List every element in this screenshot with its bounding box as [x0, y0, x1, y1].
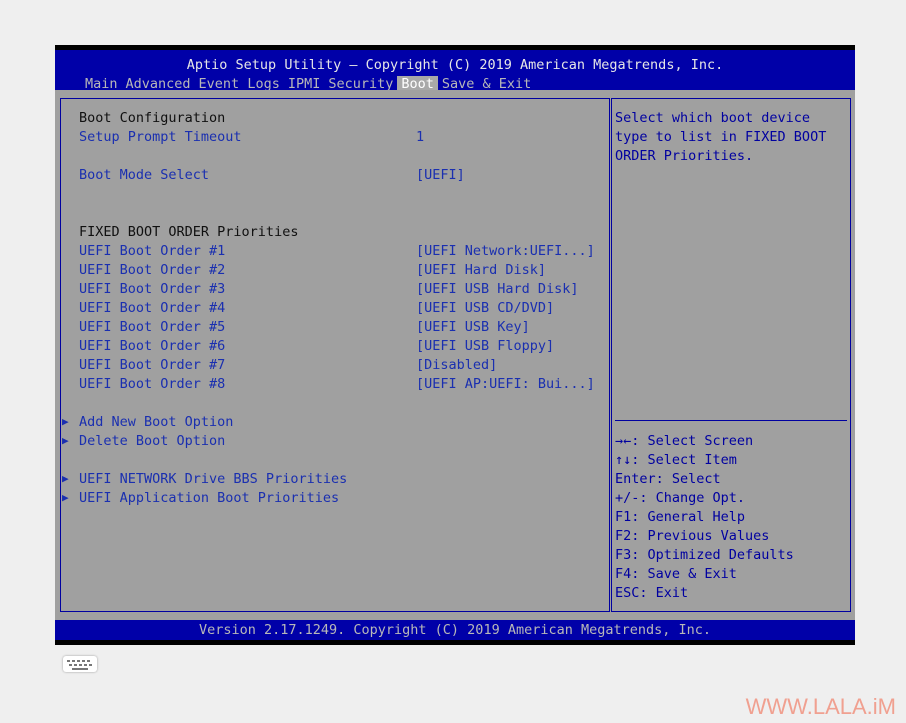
boot-order-value[interactable]: [Disabled]: [416, 357, 497, 373]
setup-prompt-timeout-value[interactable]: 1: [416, 129, 424, 145]
key-hint: +/-: Change Opt.: [615, 490, 746, 506]
main-area: Boot Configuration Setup Prompt Timeout …: [55, 90, 855, 620]
boot-order-value[interactable]: [UEFI USB Floppy]: [416, 338, 554, 354]
boot-order-label[interactable]: UEFI Boot Order #2: [79, 262, 225, 278]
key-hint: ↑↓: Select Item: [615, 452, 737, 468]
boot-mode-select-label[interactable]: Boot Mode Select: [79, 167, 209, 183]
key-hint: F1: General Help: [615, 509, 746, 525]
submenu-arrow-icon: ▶: [62, 491, 69, 504]
boot-order-label[interactable]: UEFI Boot Order #3: [79, 281, 225, 297]
help-divider: [615, 420, 847, 421]
setup-prompt-timeout-label[interactable]: Setup Prompt Timeout: [79, 129, 242, 145]
key-hint: F4: Save & Exit: [615, 566, 737, 582]
submenu-arrow-icon: ▶: [62, 472, 69, 485]
submenu-arrow-icon: ▶: [62, 415, 69, 428]
key-hint: F2: Previous Values: [615, 528, 770, 544]
boot-order-label[interactable]: UEFI Boot Order #7: [79, 357, 225, 373]
boot-order-value[interactable]: [UEFI USB CD/DVD]: [416, 300, 554, 316]
bios-title: Aptio Setup Utility – Copyright (C) 2019…: [186, 57, 724, 73]
uefi-network-drive-bbs-priorities[interactable]: UEFI NETWORK Drive BBS Priorities: [79, 471, 347, 487]
uefi-application-boot-priorities[interactable]: UEFI Application Boot Priorities: [79, 490, 339, 506]
boot-order-label[interactable]: UEFI Boot Order #6: [79, 338, 225, 354]
boot-configuration-heading: Boot Configuration: [79, 110, 226, 126]
boot-order-label[interactable]: UEFI Boot Order #4: [79, 300, 225, 316]
boot-mode-select-value[interactable]: [UEFI]: [416, 167, 465, 183]
boot-order-value[interactable]: [UEFI Hard Disk]: [416, 262, 546, 278]
help-panel: Select which boot device type to list in…: [611, 98, 851, 612]
fixed-boot-order-heading: FIXED BOOT ORDER Priorities: [79, 224, 299, 240]
boot-order-label[interactable]: UEFI Boot Order #1: [79, 243, 225, 259]
help-text: Select which boot device: [615, 110, 811, 126]
bios-footer: Version 2.17.1249. Copyright (C) 2019 Am…: [55, 620, 855, 640]
boot-order-label[interactable]: UEFI Boot Order #5: [79, 319, 225, 335]
delete-boot-option[interactable]: Delete Boot Option: [79, 433, 225, 449]
key-hint: ESC: Exit: [615, 585, 689, 601]
keyboard-icon[interactable]: [63, 656, 97, 672]
watermark: WWW.LALA.iM: [745, 694, 896, 719]
boot-order-value[interactable]: [UEFI Network:UEFI...]: [416, 243, 595, 259]
settings-panel: Boot Configuration Setup Prompt Timeout …: [60, 98, 610, 612]
boot-order-value[interactable]: [UEFI USB Hard Disk]: [416, 281, 579, 297]
key-hint: F3: Optimized Defaults: [615, 547, 794, 563]
boot-order-value[interactable]: [UEFI USB Key]: [416, 319, 530, 335]
add-new-boot-option[interactable]: Add New Boot Option: [79, 414, 233, 430]
submenu-arrow-icon: ▶: [62, 434, 69, 447]
bios-header: Aptio Setup Utility – Copyright (C) 2019…: [55, 50, 855, 92]
key-hint: Enter: Select: [615, 471, 721, 487]
bios-window: Aptio Setup Utility – Copyright (C) 2019…: [55, 45, 855, 645]
boot-order-label[interactable]: UEFI Boot Order #8: [79, 376, 225, 392]
help-text: ORDER Priorities.: [615, 148, 754, 164]
help-text: type to list in FIXED BOOT: [615, 129, 827, 145]
key-hint: →←: Select Screen: [615, 433, 754, 449]
boot-order-value[interactable]: [UEFI AP:UEFI: Bui...]: [416, 376, 595, 392]
